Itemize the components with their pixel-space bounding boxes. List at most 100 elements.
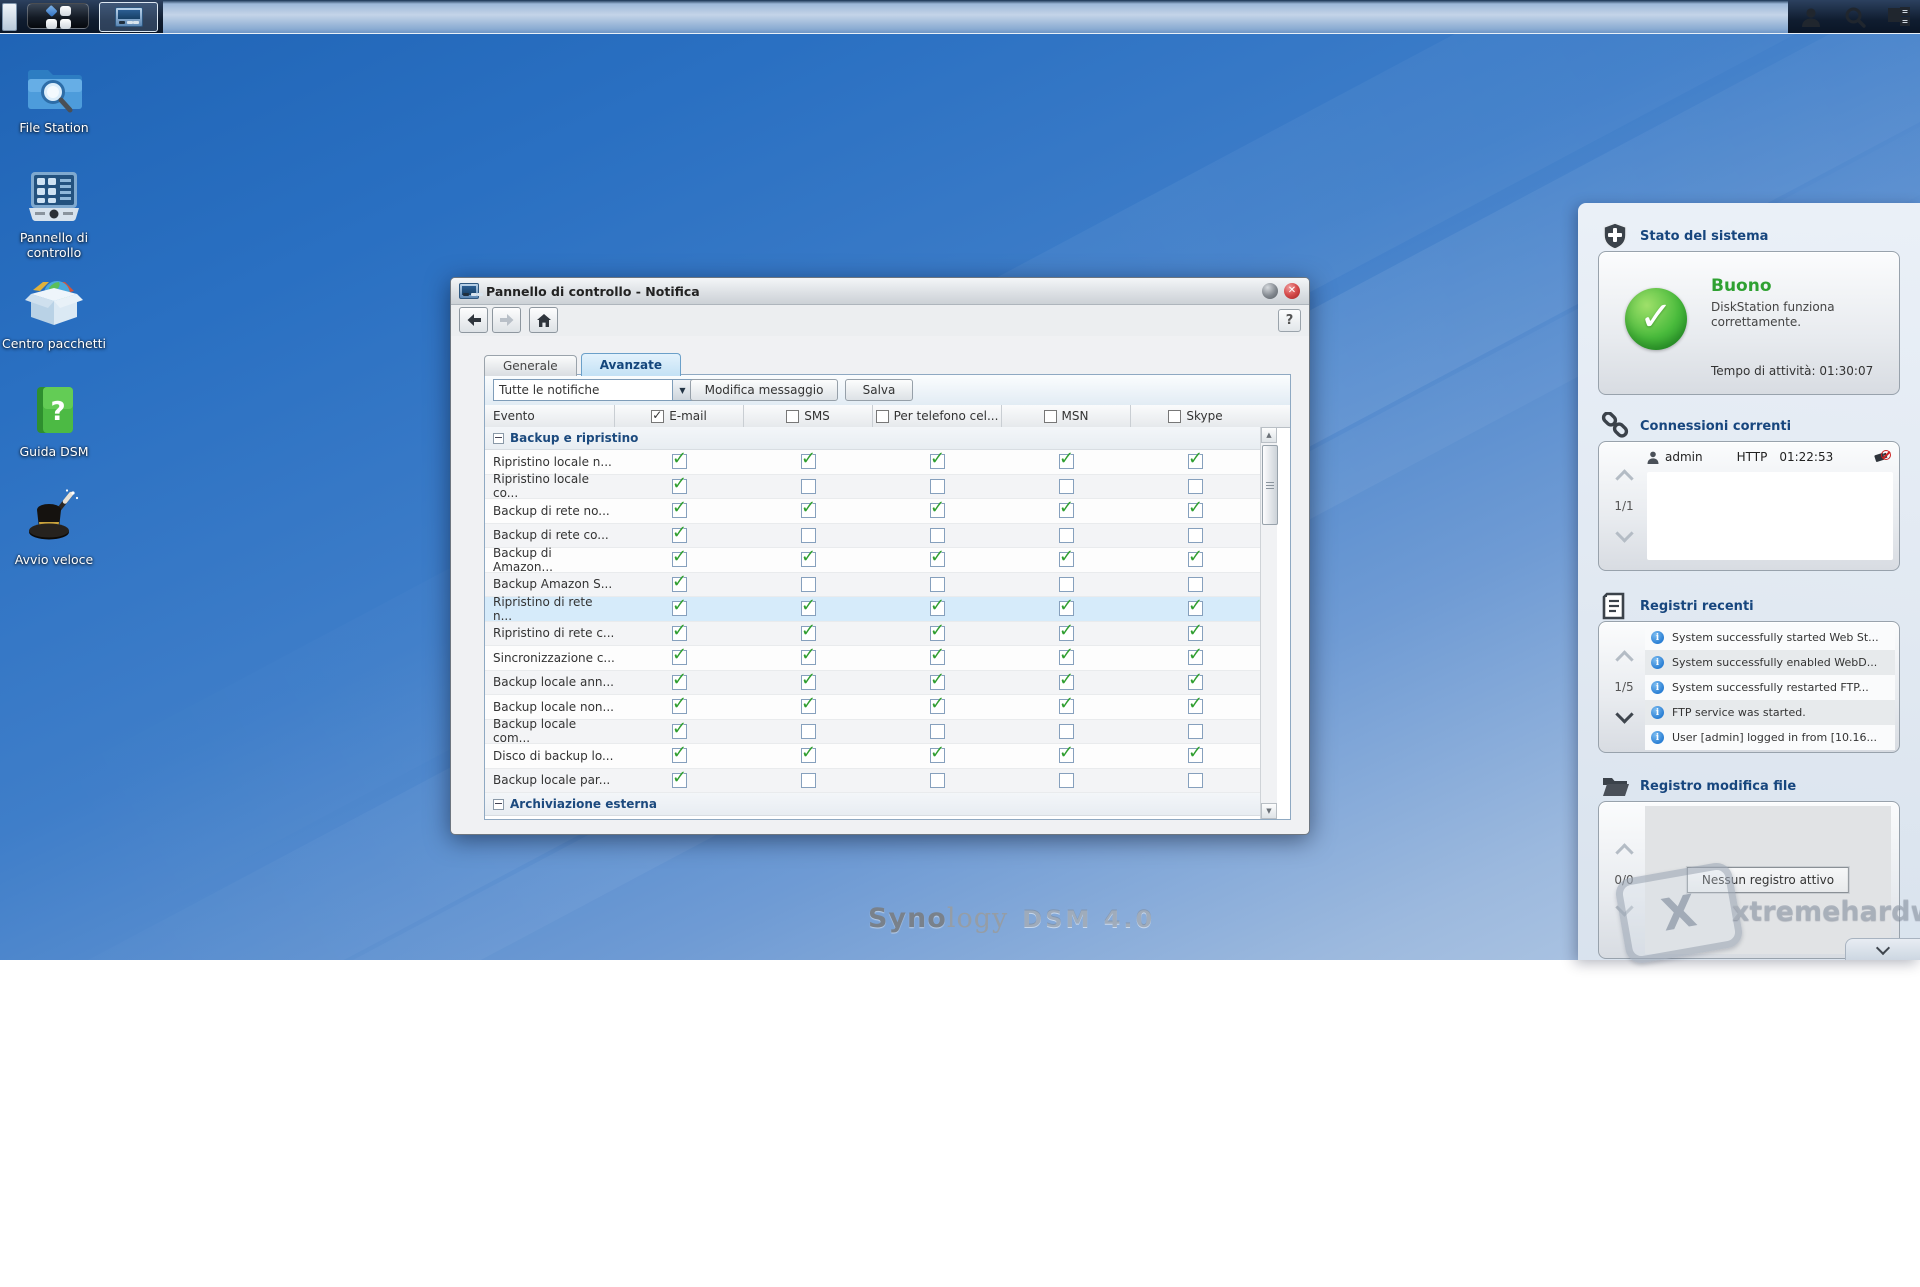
notification-checkbox[interactable] [801,773,816,788]
pager-down-icon[interactable] [1615,524,1633,542]
table-row[interactable]: Ripristino locale n... [485,450,1260,475]
log-row[interactable]: iSystem successfully started Web St... [1645,625,1895,650]
notification-checkbox[interactable] [1059,454,1074,469]
notification-checkbox[interactable] [930,454,945,469]
back-button[interactable] [459,307,488,333]
notification-checkbox[interactable] [1059,748,1074,763]
log-row[interactable]: iSystem successfully enabled WebD... [1645,650,1895,675]
notification-checkbox[interactable] [672,748,687,763]
notification-checkbox[interactable] [1059,675,1074,690]
disconnect-icon[interactable] [1875,450,1891,464]
notification-checkbox[interactable] [672,626,687,641]
desktop-icon-quick-start[interactable]: Avvio veloce [2,488,106,567]
notification-checkbox[interactable] [1059,650,1074,665]
window-titlebar[interactable]: Pannello di controllo - Notifica ✕ [451,278,1309,305]
notification-checkbox[interactable] [1059,479,1074,494]
notification-checkbox[interactable] [801,503,816,518]
notification-checkbox[interactable] [801,577,816,592]
notification-checkbox[interactable] [1059,724,1074,739]
notification-checkbox[interactable] [672,503,687,518]
notification-checkbox[interactable] [672,454,687,469]
column-checkbox[interactable] [651,410,664,423]
notification-checkbox[interactable] [1188,626,1203,641]
notification-checkbox[interactable] [930,773,945,788]
notification-checkbox[interactable] [801,699,816,714]
home-button[interactable] [529,307,558,333]
vertical-scrollbar[interactable]: ▲ ▼ [1260,427,1277,819]
chevron-down-icon[interactable]: ▼ [672,380,692,400]
table-row[interactable]: Backup di rete co... [485,524,1260,549]
notification-checkbox[interactable] [930,699,945,714]
pager-up-icon[interactable] [1615,650,1633,668]
column-header-sms[interactable]: SMS [744,405,873,427]
notification-checkbox[interactable] [1188,675,1203,690]
notification-checkbox[interactable] [930,650,945,665]
main-menu-button[interactable] [27,3,89,29]
notification-checkbox[interactable] [672,479,687,494]
notification-checkbox[interactable] [930,503,945,518]
notification-checkbox[interactable] [1188,650,1203,665]
table-row[interactable]: Ripristino di rete c... [485,622,1260,647]
notification-checkbox[interactable] [672,773,687,788]
group-header-row[interactable]: Backup e ripristino [485,427,1260,450]
table-row[interactable]: Ripristino di rete n... [485,597,1260,622]
notification-checkbox[interactable] [672,650,687,665]
column-checkbox[interactable] [786,410,799,423]
column-checkbox[interactable] [1044,410,1057,423]
collapse-icon[interactable] [493,799,504,810]
notification-checkbox[interactable] [930,724,945,739]
notification-checkbox[interactable] [801,626,816,641]
notification-checkbox[interactable] [801,650,816,665]
notification-checkbox[interactable] [801,601,816,616]
notification-checkbox[interactable] [930,552,945,567]
notification-checkbox[interactable] [672,724,687,739]
close-button[interactable]: ✕ [1284,283,1300,299]
table-row[interactable]: Backup locale non... [485,695,1260,720]
table-row[interactable]: Backup di Amazon... [485,548,1260,573]
search-icon[interactable] [1842,4,1868,30]
table-row[interactable]: Backup locale par... [485,769,1260,794]
notification-checkbox[interactable] [1059,773,1074,788]
notification-checkbox[interactable] [1188,503,1203,518]
collapse-icon[interactable] [493,433,504,444]
tab-generale[interactable]: Generale [484,355,577,376]
log-row[interactable]: iFTP service was started. [1645,700,1895,725]
show-desktop-button[interactable] [2,3,17,31]
notification-checkbox[interactable] [801,724,816,739]
notification-checkbox[interactable] [801,528,816,543]
notification-checkbox[interactable] [1059,528,1074,543]
notification-checkbox[interactable] [672,675,687,690]
notification-checkbox[interactable] [1188,699,1203,714]
notification-checkbox[interactable] [1188,528,1203,543]
notification-checkbox[interactable] [801,454,816,469]
notification-checkbox[interactable] [672,577,687,592]
column-header-msn[interactable]: MSN [1002,405,1131,427]
desktop-icon-control-panel[interactable]: Pannello di controllo [2,168,106,260]
notification-checkbox[interactable] [1188,601,1203,616]
desktop-icon-dsm-help[interactable]: ? Guida DSM [2,382,106,459]
notification-checkbox[interactable] [1188,577,1203,592]
notification-checkbox[interactable] [1059,626,1074,641]
notification-checkbox[interactable] [930,626,945,641]
notification-checkbox[interactable] [801,479,816,494]
notification-checkbox[interactable] [672,699,687,714]
notification-checkbox[interactable] [1188,748,1203,763]
minimize-button[interactable] [1262,283,1278,299]
table-row[interactable]: Backup Amazon S... [485,573,1260,598]
notification-filter-select[interactable]: Tutte le notifiche ▼ [493,379,693,401]
column-header-evento[interactable]: Evento [485,405,615,427]
table-row[interactable]: Ripristino locale co... [485,475,1260,500]
column-checkbox[interactable] [1168,410,1181,423]
notification-checkbox[interactable] [1188,724,1203,739]
notification-checkbox[interactable] [1188,552,1203,567]
notification-checkbox[interactable] [930,748,945,763]
notification-checkbox[interactable] [1188,479,1203,494]
save-button[interactable]: Salva [845,379,913,401]
tab-avanzate[interactable]: Avanzate [581,353,681,376]
scroll-up-button[interactable]: ▲ [1261,427,1277,443]
taskbar-control-panel-button[interactable] [99,2,158,32]
sidebar-collapse-button[interactable] [1845,938,1920,960]
table-row[interactable]: Backup di rete no... [485,499,1260,524]
notification-checkbox[interactable] [930,675,945,690]
table-row[interactable]: Backup locale com... [485,720,1260,745]
